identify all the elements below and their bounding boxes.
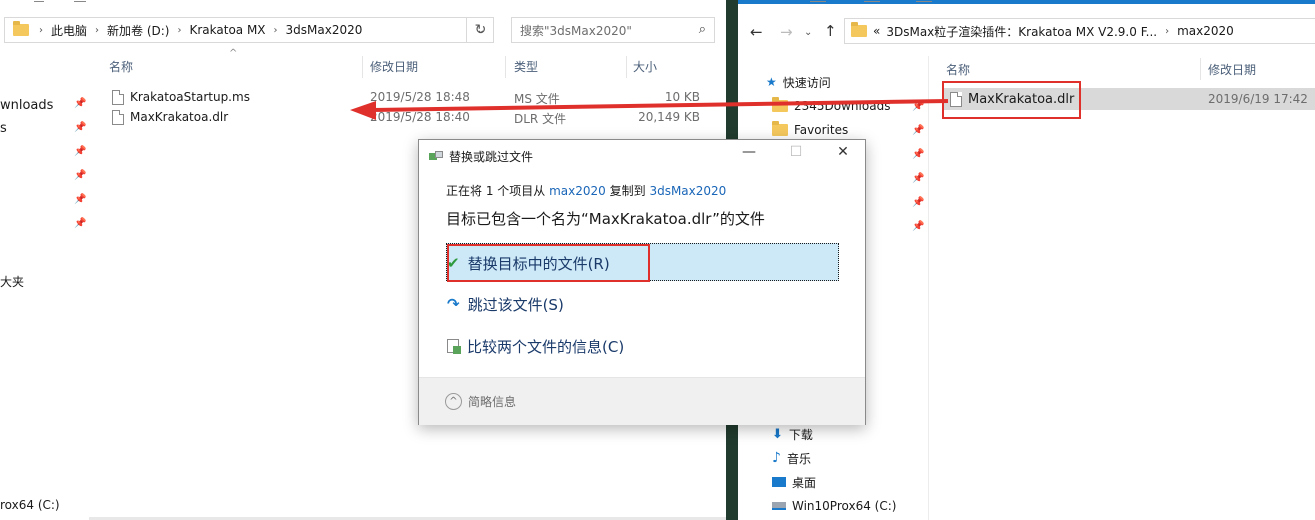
details-toggle[interactable]: ^ 简略信息 — [445, 393, 516, 410]
source-folder-link[interactable]: max2020 — [549, 184, 606, 198]
copy-icon — [429, 151, 443, 161]
arrow-head — [350, 101, 376, 120]
minimize-button[interactable]: — — [734, 144, 764, 166]
replace-or-skip-dialog: 替换或跳过文件 — ☐ ✕ 正在将 1 个项目从 max2020 复制到 3ds… — [418, 139, 866, 425]
compare-files-icon — [447, 339, 461, 354]
dialog-footer: ^ 简略信息 — [419, 377, 865, 425]
conflict-message: 目标已包含一个名为“MaxKrakatoa.dlr”的文件 — [446, 210, 765, 228]
dest-folder-link[interactable]: 3dsMax2020 — [649, 184, 726, 198]
skip-arrow-icon: ↷ — [447, 295, 460, 313]
skip-option[interactable]: ↷ 跳过该文件(S) — [447, 286, 564, 322]
arrow-shaft — [369, 99, 949, 112]
close-button[interactable]: ✕ — [828, 144, 858, 166]
copy-status-line: 正在将 1 个项目从 max2020 复制到 3dsMax2020 — [446, 184, 727, 198]
compare-option[interactable]: 比较两个文件的信息(C) — [447, 328, 624, 364]
annotation-box — [447, 244, 650, 282]
chevron-up-icon: ^ — [445, 393, 462, 410]
maximize-button[interactable]: ☐ — [781, 144, 811, 166]
dialog-title: 替换或跳过文件 — [449, 150, 534, 164]
